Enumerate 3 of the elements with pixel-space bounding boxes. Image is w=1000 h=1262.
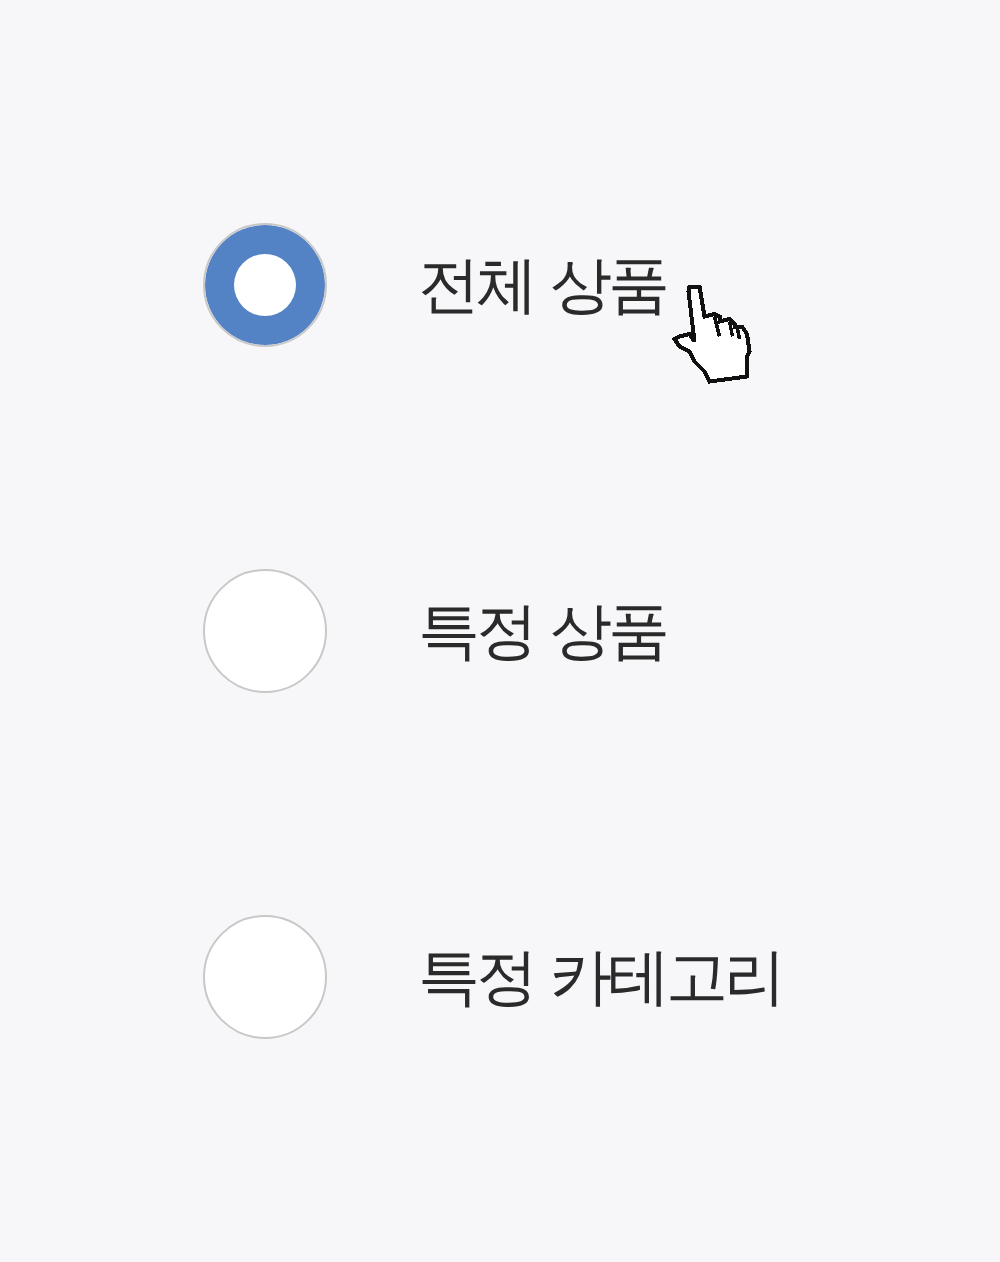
option-label[interactable]: 특정 상품 [418,593,666,669]
option-label[interactable]: 전체 상품 [418,247,666,323]
option-label[interactable]: 특정 카테고리 [418,939,782,1015]
